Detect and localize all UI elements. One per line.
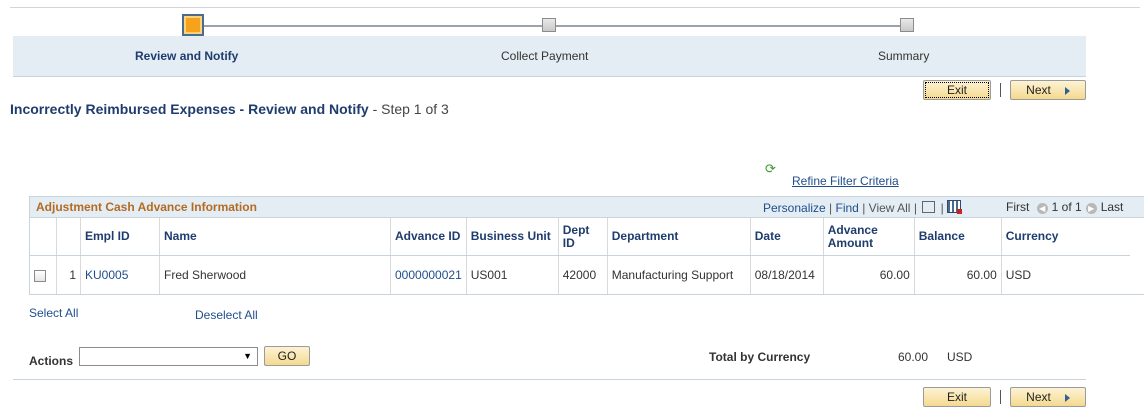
advance-amount-cell: 60.00 [823,255,915,294]
col-business-unit: Business Unit [466,218,559,256]
go-button[interactable]: GO [264,346,310,366]
button-separator [1000,83,1001,97]
grid-nav: Personalize | Find | View All | | [763,200,963,215]
col-advance-id: Advance ID [390,218,467,256]
arrow-right-icon [1064,86,1070,95]
refine-filter-link[interactable]: Refine Filter Criteria [792,174,899,188]
row-range: 1 of 1 [1051,200,1082,214]
nav-separator: | [940,201,944,215]
col-empl-id: Empl ID [80,218,160,256]
last-link[interactable]: Last [1101,200,1124,214]
step-label-summary[interactable]: Summary [878,49,929,63]
name-cell: Fred Sherwood [159,255,391,294]
row-checkbox-cell [30,255,57,294]
select-all-link[interactable]: Select All [29,306,78,320]
col-advance-amount: Advance Amount [823,218,915,256]
download-excel-icon[interactable] [947,200,963,214]
grid-header: Adjustment Cash Advance Information Pers… [30,197,1144,218]
zoom-icon[interactable] [922,201,936,213]
step-label-collect-payment[interactable]: Collect Payment [501,49,588,63]
department-cell: Manufacturing Support [607,255,751,294]
chevron-down-icon: ▼ [243,351,252,361]
top-divider [10,7,1140,8]
grid-table: Empl ID Name Advance ID Business Unit De… [30,218,1130,294]
next-label: Next [1026,83,1051,97]
grid-title: Adjustment Cash Advance Information [36,200,257,214]
actions-label: Actions [29,354,74,368]
total-currency: USD [947,350,973,364]
arrow-right-icon [1064,393,1070,402]
empl-id-link[interactable]: KU0005 [80,255,160,294]
col-department: Department [607,218,751,256]
exit-button-top[interactable]: Exit [923,80,991,100]
date-cell: 08/18/2014 [750,255,824,294]
total-label: Total by Currency [709,350,811,364]
col-rownum [56,218,81,256]
actions-dropdown[interactable]: ▼ [79,347,258,366]
train-line [555,25,905,27]
personalize-link[interactable]: Personalize [763,201,826,215]
col-date: Date [750,218,824,256]
step-label-bar: Review and Notify Collect Payment Summar… [13,36,1086,77]
business-unit-cell: US001 [466,255,559,294]
nav-separator: | [862,201,866,215]
button-separator [1000,390,1001,404]
col-currency: Currency [1001,218,1130,256]
nav-separator: | [829,201,833,215]
table-row: 1 KU0005 Fred Sherwood 0000000021 US001 … [30,255,1130,294]
col-select [30,218,57,256]
next-arrow-icon[interactable]: ▶ [1085,203,1097,214]
balance-cell: 60.00 [914,255,1002,294]
step-indicator-review-notify[interactable] [182,14,204,36]
first-link[interactable]: First [1006,200,1029,214]
bottom-divider [13,379,1086,380]
step-indicator-summary[interactable] [900,18,914,32]
find-link[interactable]: Find [836,201,859,215]
total-amount: 60.00 [898,350,929,364]
nav-separator: | [913,201,917,215]
currency-cell: USD [1005,268,1032,282]
page-title: Incorrectly Reimbursed Expenses - Review… [10,101,449,117]
row-number: 1 [56,255,81,294]
step-indicator-collect-payment[interactable] [542,18,556,32]
col-name: Name [159,218,391,256]
dept-id-cell: 42000 [558,255,608,294]
next-label: Next [1026,390,1051,404]
step-label-review-notify[interactable]: Review and Notify [135,49,238,63]
row-checkbox[interactable] [34,269,46,282]
grid-header-row: Empl ID Name Advance ID Business Unit De… [30,218,1130,256]
col-dept-id: Dept ID [558,218,608,256]
next-button-top[interactable]: Next [1010,80,1086,100]
exit-button-bottom[interactable]: Exit [923,387,991,407]
next-button-bottom[interactable]: Next [1010,387,1086,407]
page-title-text: Incorrectly Reimbursed Expenses - Review… [10,101,369,117]
cash-advance-grid: Adjustment Cash Advance Information Pers… [29,196,1144,295]
refresh-icon[interactable]: ⟳ [765,162,779,176]
advance-id-link[interactable]: 0000000021 [390,255,467,294]
deselect-all-link[interactable]: Deselect All [195,308,258,322]
view-all-link[interactable]: View All [869,201,911,215]
train-line [195,25,550,27]
col-balance: Balance [914,218,1002,256]
step-info: - Step 1 of 3 [372,101,449,117]
prev-arrow-icon[interactable]: ◀ [1036,203,1048,214]
grid-pager: First ◀ 1 of 1 ▶ Last [1006,200,1123,214]
